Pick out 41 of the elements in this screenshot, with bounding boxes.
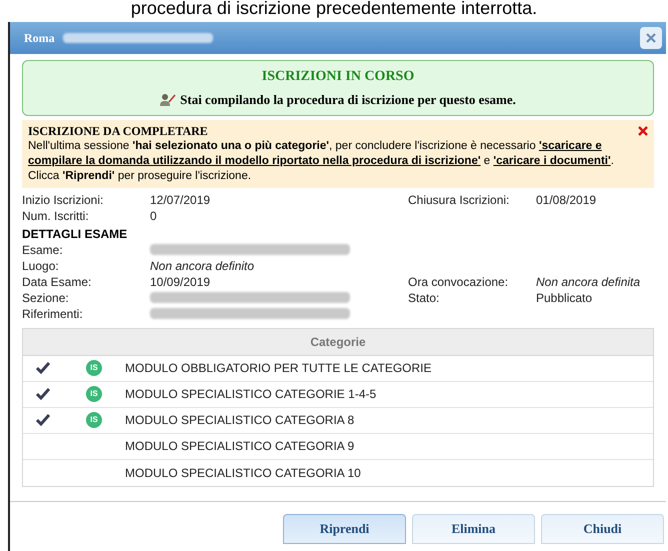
field-value: Non ancora definito <box>150 258 256 274</box>
notice-text: Nell'ultima sessione 'hai selezionato una o più categorie', per concludere l'iscrizione è necessario 'scaricare e compilare la domanda utilizzando il modello riportato nella procedura di iscrizione' e 'caricare i documenti'. <box>28 138 615 168</box>
section-heading: DETTAGLI ESAME <box>22 226 128 242</box>
field-label: Ora convocazione: <box>408 274 510 290</box>
field-label: Sezione: <box>22 290 70 306</box>
window-title: Roma <box>24 30 55 47</box>
status-title: ISCRIZIONI IN CORSO <box>262 68 414 86</box>
field-label: Data Esame: <box>22 274 92 290</box>
field-label: Inizio Iscrizioni: <box>22 192 104 208</box>
close-button[interactable] <box>640 27 662 49</box>
field-label: Esame: <box>22 242 64 258</box>
column-header: Categorie <box>23 328 653 356</box>
field-label: Num. Iscritti: <box>22 208 90 224</box>
table-cell-text: MODULO SPECIALISTICO CATEGORIE 1-4-5 <box>125 386 376 403</box>
field-value: 10/09/2019 <box>150 274 212 290</box>
close-icon[interactable] <box>638 126 648 136</box>
status-badge: IS <box>86 412 102 428</box>
table-cell-text: MODULO SPECIALISTICO CATEGORIA 8 <box>125 412 354 429</box>
caption-text: procedura di iscrizione precedentemente interrotta. <box>130 0 538 20</box>
field-label: Stato: <box>408 290 440 306</box>
field-label: Luogo: <box>22 258 60 274</box>
notice-text: Clicca 'Riprendi' per proseguire l'iscrizione. <box>28 168 252 184</box>
table-cell-text: MODULO OBBLIGATORIO PER TUTTE LE CATEGORIE <box>125 360 432 377</box>
field-value: 12/07/2019 <box>150 192 212 208</box>
notice-title: ISCRIZIONE DA COMPLETARE <box>28 124 208 138</box>
dialog-button[interactable]: Elimina <box>412 514 535 544</box>
field-label: Chiusura Iscrizioni: <box>408 192 510 208</box>
person-pencil-icon <box>160 93 176 106</box>
field-value: 0 <box>150 208 158 224</box>
status-badge: IS <box>86 360 102 376</box>
dialog-button[interactable]: Chiudi <box>541 514 664 544</box>
field-value: Non ancora definita <box>536 274 642 290</box>
table-cell-text: MODULO SPECIALISTICO CATEGORIA 10 <box>125 464 361 482</box>
status-badge: IS <box>86 386 102 402</box>
field-value: 01/08/2019 <box>536 192 598 208</box>
status-message: Stai compilando la procedura di iscrizione per questo esame. <box>180 91 516 109</box>
close-icon <box>646 33 656 43</box>
field-value: Pubblicato <box>536 290 594 306</box>
field-label: Riferimenti: <box>22 306 84 322</box>
table-cell-text: MODULO SPECIALISTICO CATEGORIA 9 <box>125 438 354 455</box>
dialog-button[interactable]: Riprendi <box>283 514 406 544</box>
